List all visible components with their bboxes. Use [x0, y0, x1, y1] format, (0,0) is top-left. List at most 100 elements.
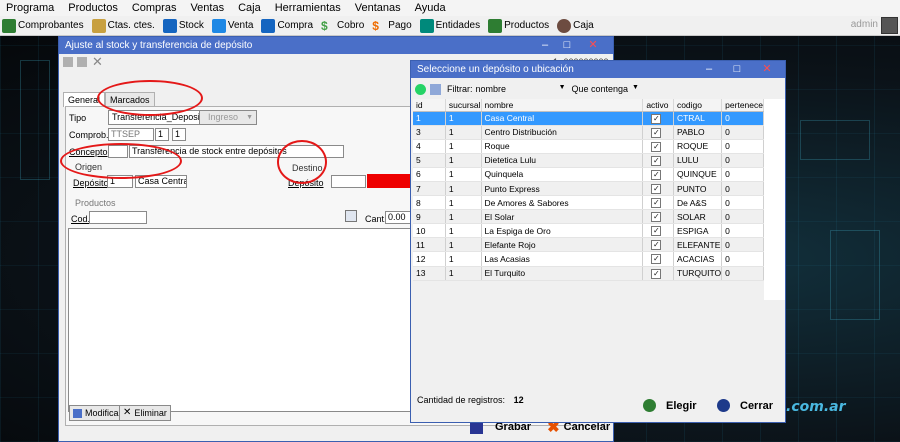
toolbar-productos-button[interactable]: Productos	[488, 18, 549, 33]
checkbox-icon[interactable]: ✓	[651, 184, 662, 195]
products-icon	[488, 18, 503, 33]
cell-id: 9	[413, 209, 446, 225]
table-row[interactable]: 9 1 El Solar ✓ SOLAR 0	[413, 209, 764, 225]
menu-ventas[interactable]: Ventas	[190, 2, 224, 14]
tipo-extra-select[interactable]: Ingreso ▼	[199, 110, 257, 125]
minimize-icon[interactable]: –	[699, 61, 719, 78]
minimize-icon[interactable]: –	[535, 37, 555, 54]
menu-ayuda[interactable]: Ayuda	[415, 2, 446, 14]
cell-activo: ✓	[642, 237, 674, 253]
save-icon[interactable]	[77, 57, 87, 67]
cell-id: 8	[413, 195, 446, 211]
chevron-down-icon: ▼	[558, 84, 566, 91]
checkbox-icon[interactable]: ✓	[651, 141, 662, 152]
table-row[interactable]: 7 1 Punto Express ✓ PUNTO 0	[413, 181, 764, 197]
menu-compras[interactable]: Compras	[132, 2, 177, 14]
cell-activo: ✓	[642, 167, 674, 182]
cell-activo: ✓	[642, 223, 674, 239]
origen-deposito-label[interactable]: Depósito	[73, 178, 109, 188]
column-header-codigo[interactable]: codigo	[673, 99, 723, 112]
modificar-button[interactable]: Modificar	[69, 405, 126, 421]
select-deposit-dialog: Seleccione un depósito o ubicación – □ ✕…	[410, 60, 786, 423]
cell-codigo: LULU	[673, 153, 723, 168]
maximize-icon[interactable]: □	[557, 37, 577, 54]
toolbar: Comprobantes Ctas. ctes. Stock Venta Com…	[0, 16, 900, 36]
close-icon[interactable]: ✕	[583, 37, 603, 54]
cell-sucursal: 1	[445, 153, 482, 168]
column-header-sucursal[interactable]: sucursal	[445, 99, 482, 112]
checkbox-icon[interactable]: ✓	[651, 127, 662, 138]
cell-id: 1	[413, 111, 446, 126]
destino-deposito-name-field[interactable]	[367, 174, 411, 188]
checkbox-icon[interactable]: ✓	[651, 155, 662, 166]
toolbar-venta-button[interactable]: Venta	[211, 18, 253, 33]
cerrar-button[interactable]: Cerrar	[717, 399, 773, 412]
close-icon[interactable]: ✕	[757, 61, 777, 78]
eliminar-button[interactable]: ✕ Eliminar	[119, 405, 171, 421]
toolbar-stock-button[interactable]: Stock	[162, 18, 204, 33]
cell-activo: ✓	[642, 153, 674, 168]
menu-productos[interactable]: Productos	[68, 2, 118, 14]
toolbar-pago-button[interactable]: $ Pago	[372, 19, 411, 33]
circuit-decoration	[20, 60, 50, 180]
whatsapp-icon[interactable]	[415, 83, 426, 95]
toolbar-compra-button[interactable]: Compra	[261, 18, 313, 33]
table-row[interactable]: 3 1 Centro Distribución ✓ PABLO 0	[413, 125, 764, 140]
comprob-point-field[interactable]: 1	[155, 128, 169, 141]
cell-activo: ✓	[642, 195, 674, 211]
comprob-type-field[interactable]: TTSEP	[108, 128, 154, 141]
table-row[interactable]: 13 1 El Turquito ✓ TURQUITO 0	[413, 266, 764, 281]
export-icon[interactable]	[430, 83, 441, 95]
edit-icon	[73, 408, 82, 418]
table-row[interactable]: 6 1 Quinquela ✓ QUINQUE 0	[413, 167, 764, 182]
menu-programa[interactable]: Programa	[6, 2, 54, 14]
cell-nombre: El Solar	[481, 209, 644, 225]
menu-herramientas[interactable]: Herramientas	[275, 2, 341, 14]
table-row[interactable]: 12 1 Las Acasias ✓ ACACIAS 0	[413, 251, 764, 267]
comprob-number-field[interactable]: 1	[172, 128, 186, 141]
cell-nombre: Roque	[481, 139, 644, 154]
filter-field-select[interactable]: nombre ▼	[476, 84, 566, 94]
table-row[interactable]: 4 1 Roque ✓ ROQUE 0	[413, 139, 764, 154]
delete-icon[interactable]: ✕	[92, 54, 103, 70]
avatar[interactable]	[881, 17, 898, 34]
new-icon[interactable]	[63, 57, 73, 67]
checkbox-icon[interactable]: ✓	[651, 169, 662, 180]
cod-label[interactable]: Cod.	[71, 214, 90, 224]
checkbox-icon[interactable]: ✓	[651, 113, 662, 124]
toolbar-entidades-button[interactable]: Entidades	[419, 18, 480, 33]
table-row[interactable]: 1 1 Casa Central ✓ CTRAL 0	[413, 111, 764, 126]
search-product-icon[interactable]	[345, 210, 357, 222]
table-row[interactable]: 5 1 Dietetica Lulu ✓ LULU 0	[413, 153, 764, 168]
checkbox-icon[interactable]: ✓	[651, 240, 662, 251]
elegir-button[interactable]: Elegir	[643, 399, 697, 412]
column-header-pertenece[interactable]: pertenece	[721, 99, 764, 112]
table-row[interactable]: 8 1 De Amores & Sabores ✓ De A&S 0	[413, 195, 764, 211]
destino-deposito-id-field[interactable]	[331, 175, 366, 188]
checkbox-icon[interactable]: ✓	[651, 226, 662, 237]
toolbar-comprobantes-button[interactable]: Comprobantes	[2, 18, 84, 33]
products-list[interactable]	[68, 228, 413, 412]
menu-ventanas[interactable]: Ventanas	[355, 2, 401, 14]
checkbox-icon[interactable]: ✓	[651, 254, 662, 265]
maximize-icon[interactable]: □	[727, 61, 747, 78]
checkbox-icon[interactable]: ✓	[651, 198, 662, 209]
checkbox-icon[interactable]: ✓	[651, 268, 662, 279]
column-header-id[interactable]: id	[413, 99, 446, 112]
quantity-field[interactable]: 0.00	[385, 211, 411, 224]
cell-sucursal: 1	[445, 125, 482, 140]
toolbar-ctas-ctes-button[interactable]: Ctas. ctes.	[91, 18, 155, 33]
filter-mode-select[interactable]: Que contenga ▼	[572, 84, 639, 94]
product-code-field[interactable]	[89, 211, 147, 224]
window-title: Ajuste al stock y transferencia de depós…	[65, 40, 253, 51]
entities-icon	[419, 18, 434, 33]
column-header-activo[interactable]: activo	[642, 99, 674, 112]
toolbar-caja-button[interactable]: Caja	[557, 18, 594, 33]
checkbox-icon[interactable]: ✓	[651, 212, 662, 223]
cell-activo: ✓	[642, 139, 674, 154]
menu-caja[interactable]: Caja	[238, 2, 261, 14]
table-row[interactable]: 10 1 La Espiga de Oro ✓ ESPIGA 0	[413, 223, 764, 239]
toolbar-cobro-button[interactable]: $ Cobro	[321, 19, 364, 33]
column-header-nombre[interactable]: nombre	[481, 99, 644, 112]
table-row[interactable]: 11 1 Elefante Rojo ✓ ELEFANTE 0	[413, 237, 764, 253]
